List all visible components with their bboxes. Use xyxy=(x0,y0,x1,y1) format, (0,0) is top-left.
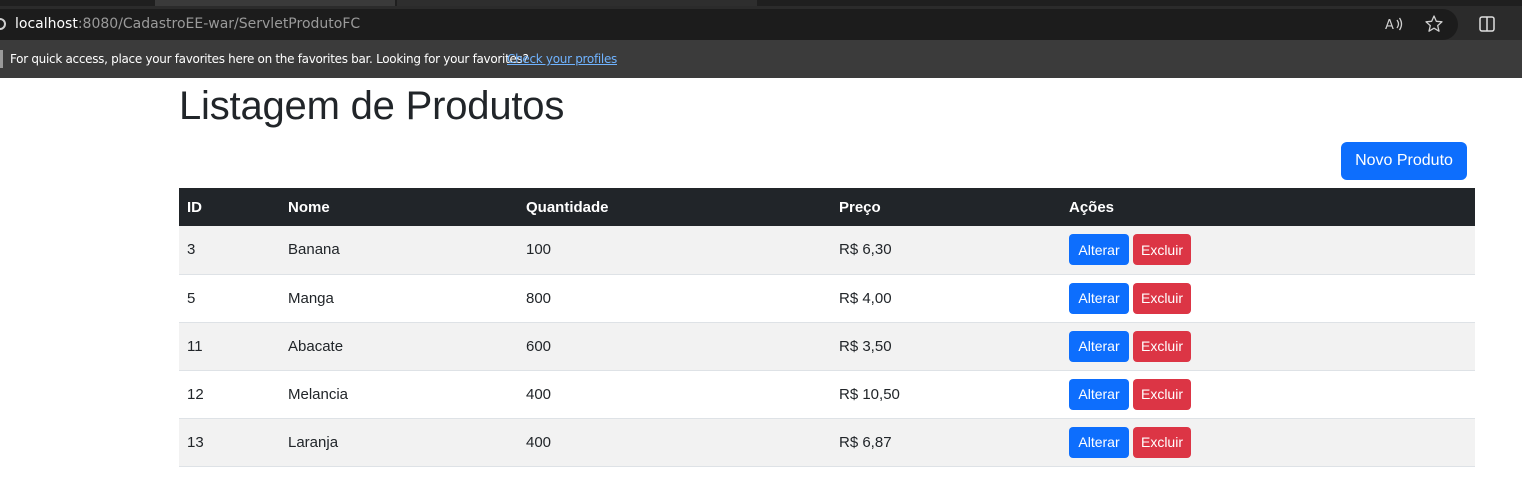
cell-nome: Melancia xyxy=(280,370,518,419)
header-quantidade: Quantidade xyxy=(518,188,831,226)
new-product-button[interactable]: Novo Produto xyxy=(1341,142,1467,180)
cell-id: 13 xyxy=(179,418,280,467)
excluir-button[interactable]: Excluir xyxy=(1133,426,1191,458)
cell-preco: R$ 6,30 xyxy=(831,226,1061,275)
cell-nome: Banana xyxy=(280,226,518,275)
row-actions: Alterar Excluir xyxy=(1069,378,1467,410)
cell-acoes: Alterar Excluir xyxy=(1061,418,1475,467)
alterar-button[interactable]: Alterar xyxy=(1069,426,1129,458)
cell-preco: R$ 4,00 xyxy=(831,274,1061,323)
check-profiles-link[interactable]: Check your profiles xyxy=(507,52,617,66)
cell-nome: Manga xyxy=(280,274,518,323)
table-row: 13 Laranja 400 R$ 6,87 Alterar Excluir xyxy=(179,418,1475,467)
excluir-button[interactable]: Excluir xyxy=(1133,234,1191,266)
tab-strip xyxy=(0,0,1522,6)
cell-nome: Abacate xyxy=(280,322,518,371)
cell-nome: Laranja xyxy=(280,418,518,467)
cell-quantidade: 800 xyxy=(518,274,831,323)
excluir-button[interactable]: Excluir xyxy=(1133,378,1191,410)
row-actions: Alterar Excluir xyxy=(1069,330,1467,362)
cell-id: 3 xyxy=(179,226,280,275)
row-actions: Alterar Excluir xyxy=(1069,282,1467,314)
row-actions: Alterar Excluir xyxy=(1069,234,1467,266)
alterar-button[interactable]: Alterar xyxy=(1069,234,1129,266)
cell-quantidade: 400 xyxy=(518,370,831,419)
split-screen-icon[interactable] xyxy=(1478,15,1496,33)
alterar-button[interactable]: Alterar xyxy=(1069,378,1129,410)
cell-quantidade: 100 xyxy=(518,226,831,275)
url-text[interactable]: localhost:8080/CadastroEE-war/ServletPro… xyxy=(15,16,360,32)
url-path: :8080/CadastroEE-war/ServletProdutoFC xyxy=(77,16,361,32)
row-actions: Alterar Excluir xyxy=(1069,426,1467,458)
favorites-bar: For quick access, place your favorites h… xyxy=(0,40,1522,78)
header-nome: Nome xyxy=(280,188,518,226)
cell-acoes: Alterar Excluir xyxy=(1061,322,1475,371)
browser-toolbar: localhost:8080/CadastroEE-war/ServletPro… xyxy=(0,0,1522,40)
cell-id: 12 xyxy=(179,370,280,419)
table-row: 5 Manga 800 R$ 4,00 Alterar Excluir xyxy=(179,274,1475,323)
cell-preco: R$ 10,50 xyxy=(831,370,1061,419)
header-preco: Preço xyxy=(831,188,1061,226)
cell-id: 5 xyxy=(179,274,280,323)
alterar-button[interactable]: Alterar xyxy=(1069,330,1129,362)
favorite-star-icon[interactable] xyxy=(1424,14,1444,34)
cell-acoes: Alterar Excluir xyxy=(1061,274,1475,323)
table-row: 11 Abacate 600 R$ 3,50 Alterar Excluir xyxy=(179,322,1475,371)
favorites-bar-message: For quick access, place your favorites h… xyxy=(10,52,529,66)
header-id: ID xyxy=(179,188,280,226)
cell-quantidade: 600 xyxy=(518,322,831,371)
cell-acoes: Alterar Excluir xyxy=(1061,370,1475,419)
excluir-button[interactable]: Excluir xyxy=(1133,282,1191,314)
tab-edge xyxy=(397,0,757,6)
url-host: localhost xyxy=(15,16,78,32)
cell-preco: R$ 6,87 xyxy=(831,418,1061,467)
cell-id: 11 xyxy=(179,322,280,371)
table-header-row: ID Nome Quantidade Preço Ações xyxy=(179,188,1475,226)
favorites-bar-edge xyxy=(0,50,3,68)
read-aloud-icon[interactable]: A xyxy=(1384,14,1404,34)
page-title: Listagem de Produtos xyxy=(179,84,565,128)
table-row: 3 Banana 100 R$ 6,30 Alterar Excluir xyxy=(179,226,1475,275)
header-acoes: Ações xyxy=(1061,188,1475,226)
cell-acoes: Alterar Excluir xyxy=(1061,226,1475,275)
cell-quantidade: 400 xyxy=(518,418,831,467)
tab-edge xyxy=(155,0,395,6)
table-row: 12 Melancia 400 R$ 10,50 Alterar Excluir xyxy=(179,370,1475,419)
cell-preco: R$ 3,50 xyxy=(831,322,1061,371)
excluir-button[interactable]: Excluir xyxy=(1133,330,1191,362)
products-table: ID Nome Quantidade Preço Ações 3 Banana … xyxy=(179,188,1475,467)
alterar-button[interactable]: Alterar xyxy=(1069,282,1129,314)
svg-text:A: A xyxy=(1385,18,1394,33)
